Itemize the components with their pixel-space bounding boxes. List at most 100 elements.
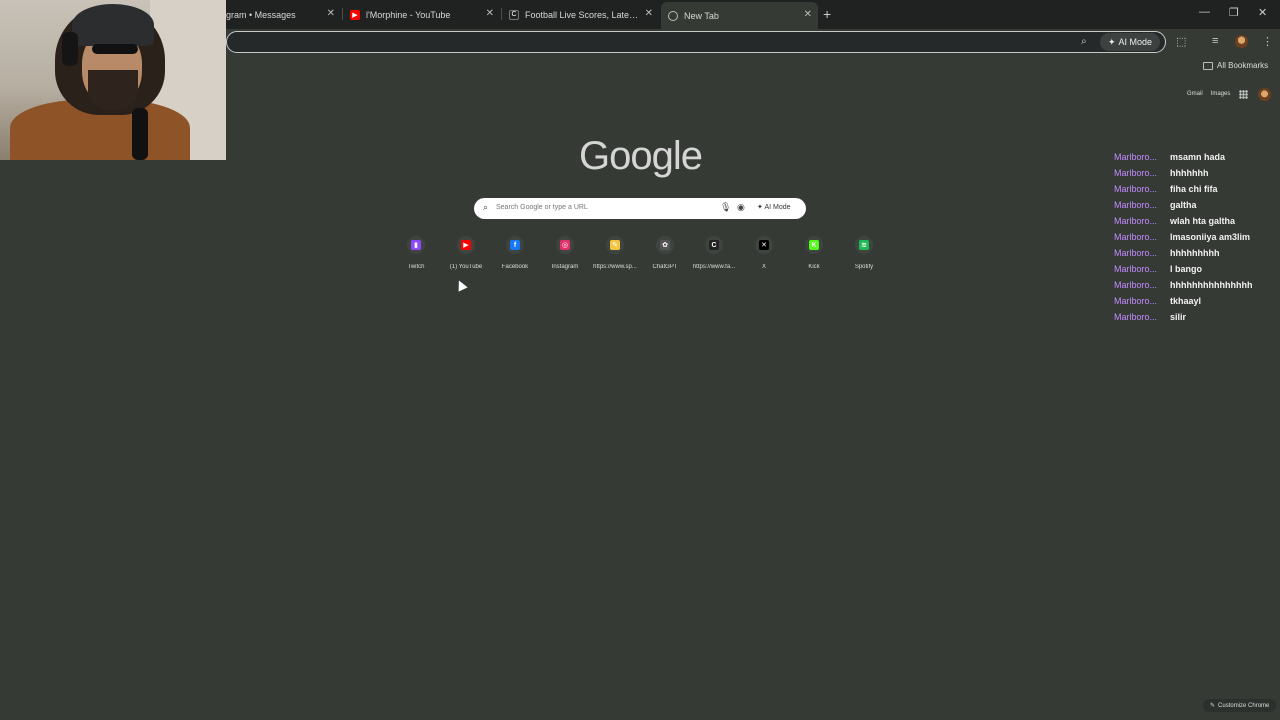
gmail-link[interactable]: Gmail — [1187, 91, 1203, 97]
chat-text: tkhaayl — [1170, 296, 1202, 306]
shortcut-label: Instagram — [551, 264, 579, 270]
chat-message: Marlboro... l bango — [1114, 261, 1280, 277]
twitch-icon: ▮ — [411, 240, 421, 250]
shortcut-label: https://www.sp... — [593, 264, 637, 270]
tab-title: New Tab — [684, 10, 719, 21]
shortcut-icon-circle: ▮ — [407, 236, 425, 254]
chat-username: Marlboro... — [1114, 200, 1158, 210]
shortcut-tile[interactable]: f Facebook — [490, 236, 540, 270]
close-tab-icon[interactable]: ✕ — [645, 8, 653, 19]
facebook-icon: f — [510, 240, 520, 250]
chrome-icon — [668, 10, 678, 21]
chat-username: Marlboro... — [1114, 152, 1158, 162]
chat-message: Marlboro... wlah hta galtha — [1114, 213, 1280, 229]
chat-message: Marlboro... galtha — [1114, 197, 1280, 213]
shortcut-label: Twitch — [407, 264, 425, 270]
tab-instagram-messages[interactable]: gram • Messages ✕ — [226, 4, 341, 25]
customize-chrome-button[interactable]: ✎ Customize Chrome — [1203, 699, 1277, 712]
restore-icon[interactable]: ❐ — [1229, 6, 1239, 19]
tab-football-scores[interactable]: C Football Live Scores, Latest Foo ✕ — [509, 4, 659, 25]
fotmob-icon: C — [709, 240, 719, 250]
tab-separator — [342, 8, 343, 20]
x-icon: ✕ — [759, 240, 769, 250]
ai-mode-button[interactable]: ✦ AI Mode — [757, 203, 791, 211]
notes-icon: ✎ — [610, 240, 620, 250]
shortcut-tile[interactable]: ✎ https://www.sp... — [590, 236, 640, 270]
shortcut-tile[interactable]: ▮ Twitch — [391, 236, 441, 270]
pencil-icon: ✎ — [1210, 703, 1216, 709]
search-placeholder: Search Google or type a URL — [496, 204, 588, 211]
minimize-icon[interactable]: — — [1199, 6, 1210, 18]
shortcut-tile[interactable]: ✿ ChatGPT — [640, 236, 690, 270]
all-bookmarks-button[interactable]: All Bookmarks — [1203, 61, 1268, 70]
all-bookmarks-label: All Bookmarks — [1217, 61, 1269, 70]
shortcut-tile[interactable]: ▶ (1) YouTube — [441, 236, 491, 270]
chat-username: Marlboro... — [1114, 232, 1158, 242]
google-apps-icon[interactable] — [1239, 90, 1248, 99]
shortcut-label: https://www.fa... — [692, 264, 736, 270]
shortcut-icon-circle: K — [805, 236, 823, 254]
close-tab-icon[interactable]: ✕ — [327, 8, 335, 19]
images-link[interactable]: Images — [1211, 91, 1231, 97]
shortcut-icon-circle: ≋ — [855, 236, 873, 254]
chat-text: galtha — [1170, 200, 1197, 210]
chat-message: Marlboro... hhhhhhh — [1114, 165, 1280, 181]
google-logo: Google — [579, 134, 703, 178]
shortcut-tile[interactable]: K Kick — [789, 236, 839, 270]
address-bar[interactable] — [226, 31, 1166, 53]
customize-label: Customize Chrome — [1218, 702, 1270, 709]
chat-text: hhhhhhhhh — [1170, 248, 1220, 258]
extensions-icon[interactable]: ⬚ — [1176, 35, 1186, 48]
ai-mode-label: AI Mode — [764, 204, 791, 211]
google-account-avatar[interactable] — [1258, 88, 1271, 101]
chat-username: Marlboro... — [1114, 280, 1158, 290]
shortcut-tile[interactable]: ✕ X — [739, 236, 789, 270]
shortcut-label: X — [761, 264, 766, 270]
search-box[interactable]: ⌕ Search Google or type a URL 🎙 ◉ ✦ AI M… — [474, 198, 806, 219]
shortcut-icon-circle: f — [506, 236, 524, 254]
shortcut-label: Kick — [808, 264, 820, 270]
shortcut-icon-circle: ✎ — [606, 236, 624, 254]
shortcut-tile[interactable]: ◎ Instagram — [540, 236, 590, 270]
close-tab-icon[interactable]: ✕ — [486, 8, 494, 19]
chat-text: wlah hta galtha — [1170, 216, 1236, 226]
stream-chat: Marlboro... msamn hada Marlboro... hhhhhhh M… — [1114, 150, 1280, 325]
media-controls-icon[interactable]: ≡ — [1212, 35, 1218, 47]
microphone-icon[interactable]: 🎙 — [720, 202, 731, 213]
chat-username: Marlboro... — [1114, 184, 1158, 194]
chat-message: Marlboro... msamn hada — [1114, 150, 1280, 165]
shortcut-icon-circle: C — [705, 236, 723, 254]
fotmob-icon: C — [509, 9, 519, 20]
shortcut-label: Spotify — [854, 264, 874, 270]
ai-mode-button[interactable]: ✦ AI Mode — [1100, 33, 1161, 51]
chat-username: Marlboro... — [1114, 168, 1158, 178]
chat-message: Marlboro... hhhhhhhhh — [1114, 245, 1280, 261]
menu-kebab-icon[interactable]: ⋮ — [1262, 35, 1273, 48]
search-icon: ⌕ — [483, 202, 489, 212]
google-header-links: Gmail Images — [1187, 91, 1230, 97]
youtube-icon: ▶ — [461, 240, 471, 250]
shortcut-tile[interactable]: Chttps://www.fa... — [689, 236, 739, 270]
shortcut-icon-circle: ▶ — [457, 236, 475, 254]
close-tab-icon[interactable]: ✕ — [804, 9, 812, 20]
chat-username: Marlboro... — [1114, 264, 1158, 274]
profile-avatar[interactable] — [1235, 35, 1248, 48]
microphone-icon — [132, 108, 148, 160]
search-icon[interactable]: ⌕ — [1081, 36, 1087, 47]
chat-text: silir — [1170, 312, 1187, 322]
chat-text: lmasoniiya am3lim — [1170, 232, 1251, 242]
chat-text: fiha chi fifa — [1170, 184, 1218, 194]
new-tab-button[interactable]: + — [823, 6, 831, 22]
window-close-icon[interactable]: ✕ — [1258, 6, 1267, 19]
tab-youtube-morphine[interactable]: ▶ l'Morphine - YouTube ✕ — [350, 4, 500, 25]
google-lens-icon[interactable]: ◉ — [737, 202, 745, 213]
tab-separator — [501, 8, 502, 20]
chat-username: Marlboro... — [1114, 312, 1158, 322]
shortcut-label: Facebook — [501, 264, 529, 270]
shortcut-tile[interactable]: ≋ Spotify — [839, 236, 889, 270]
tab-title: gram • Messages — [226, 9, 296, 20]
tab-new-tab[interactable]: New Tab ✕ — [661, 2, 818, 29]
instagram-icon: ◎ — [560, 240, 570, 250]
chat-message: Marlboro... lmasoniiya am3lim — [1114, 229, 1280, 245]
shortcut-icon-circle: ✿ — [656, 236, 674, 254]
